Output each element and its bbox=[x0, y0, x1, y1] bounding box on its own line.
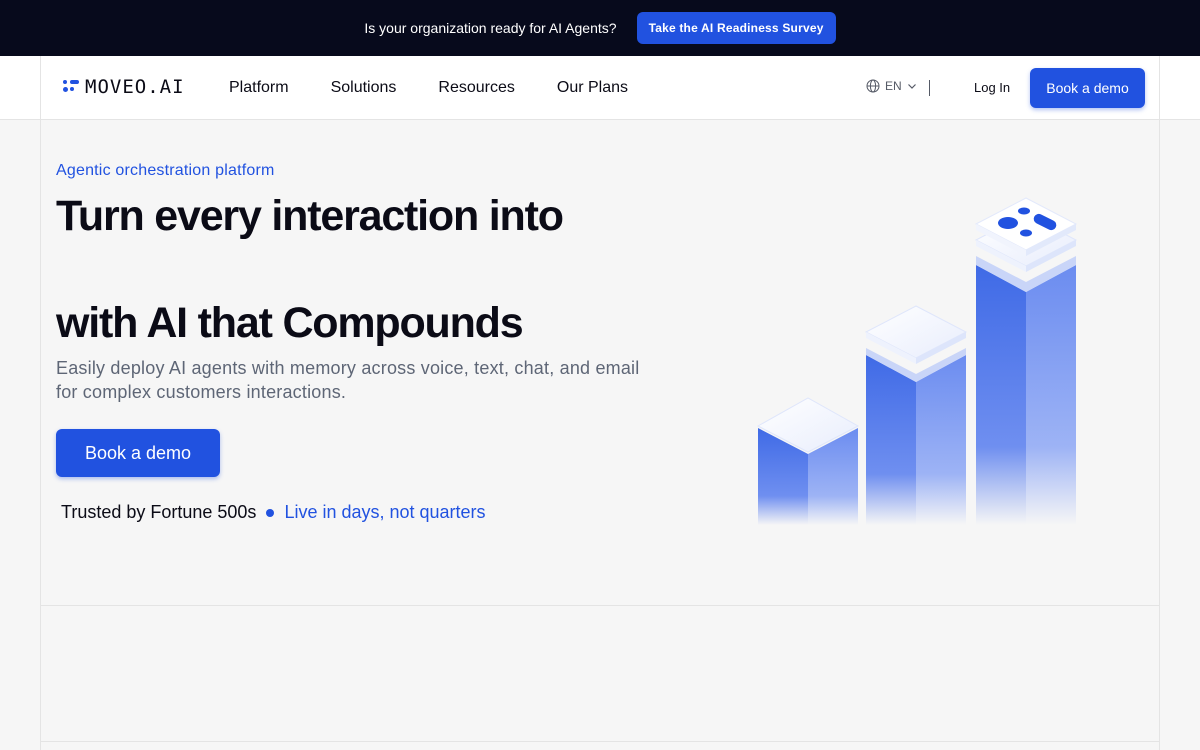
hero-subtext: Easily deploy AI agents with memory acro… bbox=[56, 358, 640, 402]
nav-links: Platform Solutions Resources Our Plans bbox=[229, 56, 628, 120]
hero-headline-line1: Turn every interaction into bbox=[56, 192, 564, 240]
language-selector[interactable]: EN bbox=[866, 79, 917, 93]
hero-eyebrow: Agentic orchestration platform bbox=[56, 162, 275, 179]
section-divider bbox=[40, 605, 1160, 606]
logo-text: MOVEO.AI bbox=[85, 76, 185, 98]
nav-link-solutions[interactable]: Solutions bbox=[331, 79, 397, 97]
announcement-bar: Is your organization ready for AI Agents… bbox=[0, 0, 1200, 56]
login-link[interactable]: Log In bbox=[974, 80, 1010, 95]
hero-book-demo-button[interactable]: Book a demo bbox=[56, 429, 220, 477]
hero-headline-line2: with AI that Compounds bbox=[56, 299, 524, 347]
nav-link-resources[interactable]: Resources bbox=[438, 79, 514, 97]
section-divider-bottom bbox=[40, 741, 1160, 742]
nav-frame: MOVEO.AI Platform Solutions Resources Ou… bbox=[40, 56, 1160, 119]
trust-secondary: Live in days, not quarters bbox=[284, 502, 486, 522]
bar-tall bbox=[974, 197, 1078, 525]
logo-mark-icon bbox=[63, 79, 79, 95]
language-label: EN bbox=[885, 79, 902, 93]
readiness-survey-button[interactable]: Take the AI Readiness Survey bbox=[636, 12, 836, 44]
nav-divider bbox=[929, 80, 930, 96]
nav-book-demo-button[interactable]: Book a demo bbox=[1030, 68, 1145, 108]
nav-link-platform[interactable]: Platform bbox=[229, 79, 289, 97]
trust-primary: Trusted by Fortune 500s bbox=[61, 502, 257, 522]
globe-icon bbox=[866, 79, 880, 93]
main-nav: MOVEO.AI Platform Solutions Resources Ou… bbox=[0, 56, 1200, 120]
trust-line: Trusted by Fortune 500s Live in days, no… bbox=[61, 502, 486, 523]
announcement-text: Is your organization ready for AI Agents… bbox=[364, 20, 617, 36]
frame-line-right bbox=[1159, 120, 1160, 750]
frame-line-left bbox=[40, 120, 41, 750]
logo[interactable]: MOVEO.AI bbox=[63, 76, 185, 98]
bar-medium bbox=[864, 305, 968, 525]
chevron-down-icon bbox=[907, 84, 916, 89]
growth-bars-illustration bbox=[756, 197, 1078, 525]
bullet-dot-icon bbox=[266, 508, 275, 517]
nav-link-our-plans[interactable]: Our Plans bbox=[557, 79, 628, 97]
bar-small bbox=[756, 397, 860, 525]
